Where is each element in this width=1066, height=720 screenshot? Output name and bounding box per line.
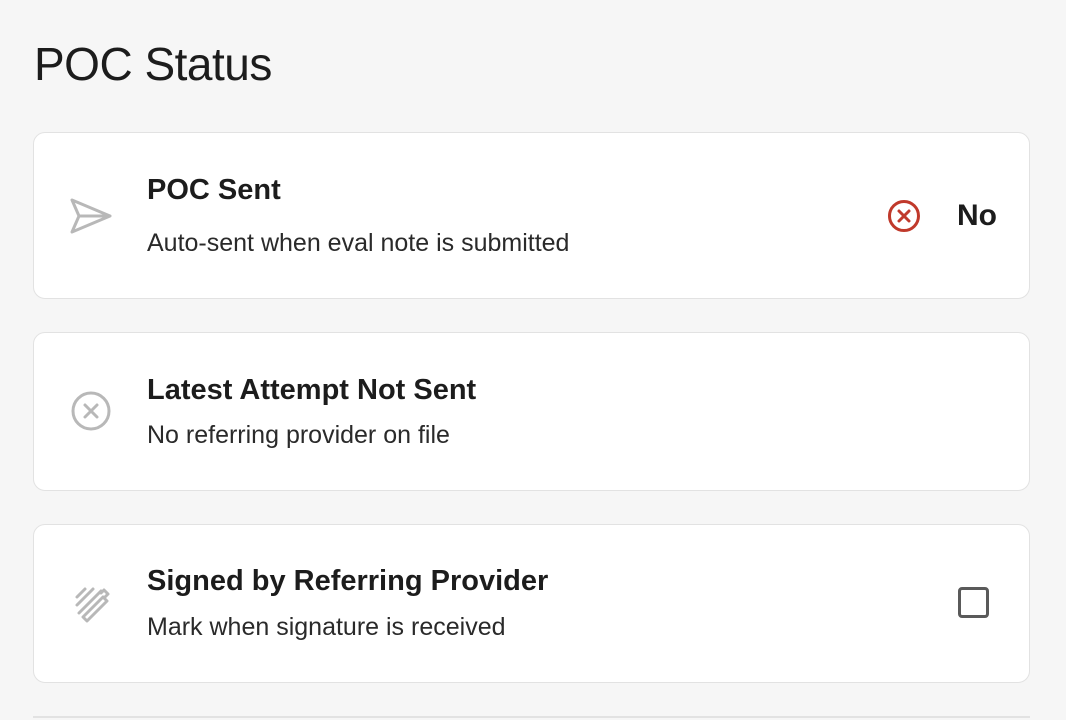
latest-attempt-title: Latest Attempt Not Sent	[147, 374, 477, 406]
latest-attempt-subtitle: No referring provider on file	[147, 421, 450, 449]
signed-checkbox[interactable]	[958, 587, 989, 618]
signature-icon	[68, 580, 114, 626]
page-title: POC Status	[34, 38, 272, 90]
poc-sent-status-value: No	[957, 199, 997, 232]
x-circle-icon	[68, 388, 114, 434]
poc-sent-title: POC Sent	[147, 174, 281, 206]
signed-by-provider-subtitle: Mark when signature is received	[147, 613, 506, 641]
signed-by-provider-card: Signed by Referring Provider Mark when s…	[33, 524, 1030, 683]
poc-sent-subtitle: Auto-sent when eval note is submitted	[147, 229, 570, 257]
send-icon	[68, 193, 114, 239]
signed-by-provider-title: Signed by Referring Provider	[147, 565, 549, 597]
x-circle-icon	[887, 199, 921, 233]
poc-sent-card: POC Sent Auto-sent when eval note is sub…	[33, 132, 1030, 299]
bottom-divider	[33, 716, 1030, 718]
poc-sent-status: No	[887, 199, 997, 233]
latest-attempt-card: Latest Attempt Not Sent No referring pro…	[33, 332, 1030, 491]
